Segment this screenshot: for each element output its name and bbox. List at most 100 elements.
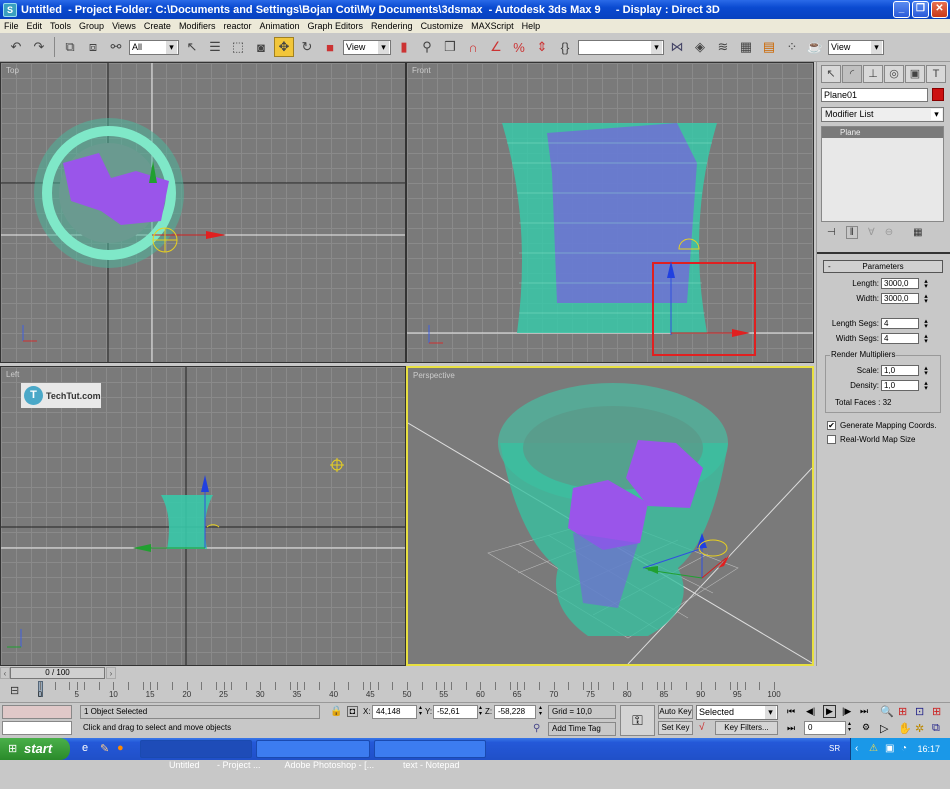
network-icon[interactable]: ▣ (885, 738, 894, 760)
length-field[interactable]: 3000,0 (881, 278, 919, 289)
lock-selection-icon[interactable]: 🔒 (330, 706, 342, 717)
density-field[interactable]: 1,0 (881, 380, 919, 391)
default-tangent-icon[interactable]: √ (699, 722, 705, 733)
checkbox-checked[interactable]: ✔ (827, 421, 836, 430)
next-frame-icon[interactable]: |▶ (842, 706, 851, 717)
unlink-icon[interactable]: ⧈ (83, 37, 103, 57)
key-mode-dropdown[interactable]: Selected (696, 705, 778, 720)
key-mode-icon[interactable]: ⚿ (620, 705, 655, 736)
curve-editor-icon[interactable]: ▦ (736, 37, 756, 57)
bind-spacewarp-icon[interactable]: ⚯ (106, 37, 126, 57)
menu-tools[interactable]: Tools (50, 21, 71, 31)
arc-rotate-icon[interactable]: ✲ (915, 722, 924, 735)
firefox-quicklaunch-icon[interactable]: ● (117, 742, 124, 754)
scale-spinner[interactable]: ▴ ▾ (923, 365, 929, 377)
maxscript-listener-mini[interactable] (2, 705, 72, 719)
time-tag-icon[interactable]: ⚲ (533, 723, 540, 734)
object-name-field[interactable]: Plane01 (821, 88, 928, 102)
make-unique-icon[interactable]: ∀ (868, 227, 875, 238)
volume-icon[interactable]: ◔ (901, 738, 907, 760)
undo-icon[interactable]: ↶ (6, 37, 26, 57)
viewport-left[interactable]: Left T TechTut.com (0, 366, 406, 666)
ref-coord-dropdown[interactable]: View (343, 39, 391, 55)
length-segs-spinner[interactable]: ▴ ▾ (923, 318, 929, 330)
percent-snap-icon[interactable]: % (509, 37, 529, 57)
configure-sets-icon[interactable]: ▦ (913, 227, 922, 238)
security-warning-icon[interactable]: ⚠ (869, 738, 878, 760)
create-tab-icon[interactable]: ↖ (821, 65, 841, 83)
pin-stack-icon[interactable]: ⊣ (827, 227, 836, 238)
task-photoshop[interactable]: Adobe Photoshop - [... (256, 740, 374, 770)
edit-named-sel-icon[interactable]: {} (555, 37, 575, 57)
scale-field[interactable]: 1,0 (881, 365, 919, 376)
viewport-label-perspective[interactable]: Perspective (413, 371, 455, 380)
trackbar-mini-curve-icon[interactable]: ⊟ (10, 684, 19, 697)
real-world-map-checkbox[interactable]: Real-World Map Size (827, 435, 915, 444)
key-filters-button[interactable]: Key Filters... (715, 721, 778, 735)
checkbox-unchecked[interactable] (827, 435, 836, 444)
maxscript-input-mini[interactable] (2, 721, 72, 735)
close-button[interactable]: ✕ (931, 1, 948, 18)
modifier-list-dropdown[interactable]: Modifier List (821, 107, 944, 122)
field-of-view-icon[interactable]: ▷ (880, 722, 888, 735)
display-tab-icon[interactable]: ▣ (905, 65, 925, 83)
align-icon[interactable]: ◈ (690, 37, 710, 57)
go-to-end-icon[interactable]: ⏭ (860, 706, 868, 717)
render-view-dropdown[interactable]: View (828, 39, 884, 55)
menu-modifiers[interactable]: Modifiers (179, 21, 216, 31)
window-crossing-icon[interactable]: ◙ (251, 37, 271, 57)
width-field[interactable]: 3000,0 (881, 293, 919, 304)
menu-customize[interactable]: Customize (421, 21, 464, 31)
length-segs-field[interactable]: 4 (881, 318, 919, 329)
object-color-swatch[interactable] (932, 88, 944, 101)
hierarchy-tab-icon[interactable]: ⊥ (863, 65, 883, 83)
menu-group[interactable]: Group (79, 21, 104, 31)
y-coordinate-field[interactable]: -52,61 (433, 705, 478, 719)
density-spinner[interactable]: ▴ ▾ (923, 380, 929, 392)
play-icon[interactable]: ▶ (823, 705, 836, 718)
pivot-icon[interactable]: ▮ (394, 37, 414, 57)
zoom-extents-all-icon[interactable]: ⊞ (932, 705, 941, 718)
spinner-snap-icon[interactable]: ⇕ (532, 37, 552, 57)
auto-key-button[interactable]: Auto Key (658, 705, 693, 719)
time-config-icon[interactable]: ⚙ (862, 722, 870, 733)
maximize-viewport-icon[interactable]: ⧉ (932, 722, 940, 735)
parameters-rollout-header[interactable]: - Parameters (823, 260, 943, 273)
snap-3-icon[interactable]: ∩ (463, 37, 483, 57)
viewport-label-top[interactable]: Top (6, 66, 19, 75)
task-notepad[interactable]: text - Notepad (374, 740, 486, 770)
key-mode-toggle-icon[interactable]: ⏭ (787, 723, 795, 734)
zoom-icon[interactable]: 🔍 (880, 705, 894, 718)
maximize-button[interactable]: ❐ (912, 1, 929, 18)
viewport-label-front[interactable]: Front (412, 66, 431, 75)
viewport-perspective[interactable]: Perspective (406, 366, 814, 666)
named-selection-dropdown[interactable] (578, 39, 664, 55)
keyboard-shortcut-icon[interactable]: ❒ (440, 37, 460, 57)
track-bar[interactable]: ⊟ 0 5 10 15 20 25 30 35 40 45 50 55 60 65 70 75 80 85 90 95… (0, 680, 816, 702)
selection-filter-dropdown[interactable]: All (129, 39, 179, 55)
z-coordinate-field[interactable]: -58,228 (494, 705, 536, 719)
zoom-all-icon[interactable]: ⊞ (898, 705, 907, 718)
menu-edit[interactable]: Edit (27, 21, 43, 31)
viewport-front[interactable]: Front (406, 62, 814, 363)
task-3dsmax[interactable]: Untitled - Project ... (140, 740, 261, 770)
menu-maxscript[interactable]: MAXScript (471, 21, 514, 31)
go-to-start-icon[interactable]: ⏮ (787, 706, 795, 717)
previous-frame-icon[interactable]: ◀| (806, 706, 815, 717)
remove-modifier-icon[interactable]: ⊖ (885, 227, 893, 238)
redo-icon[interactable]: ↷ (29, 37, 49, 57)
language-indicator[interactable]: SR (829, 738, 840, 760)
time-slider-thumb[interactable]: 0 / 100 (10, 667, 105, 679)
minimize-button[interactable]: _ (893, 1, 910, 18)
frame-spinner[interactable]: ▴ ▾ (848, 721, 851, 733)
angle-snap-icon[interactable]: ∠ (486, 37, 506, 57)
menu-help[interactable]: Help (522, 21, 541, 31)
menu-views[interactable]: Views (112, 21, 136, 31)
move-icon[interactable]: ✥ (274, 37, 294, 57)
width-segs-spinner[interactable]: ▴ ▾ (923, 333, 929, 345)
scale-icon[interactable]: ■ (320, 37, 340, 57)
ie-quicklaunch-icon[interactable]: e (82, 742, 88, 754)
utilities-tab-icon[interactable]: T (926, 65, 946, 83)
next-frame-arrow[interactable]: › (106, 667, 116, 679)
modify-tab-icon[interactable]: ◜ (842, 65, 862, 83)
